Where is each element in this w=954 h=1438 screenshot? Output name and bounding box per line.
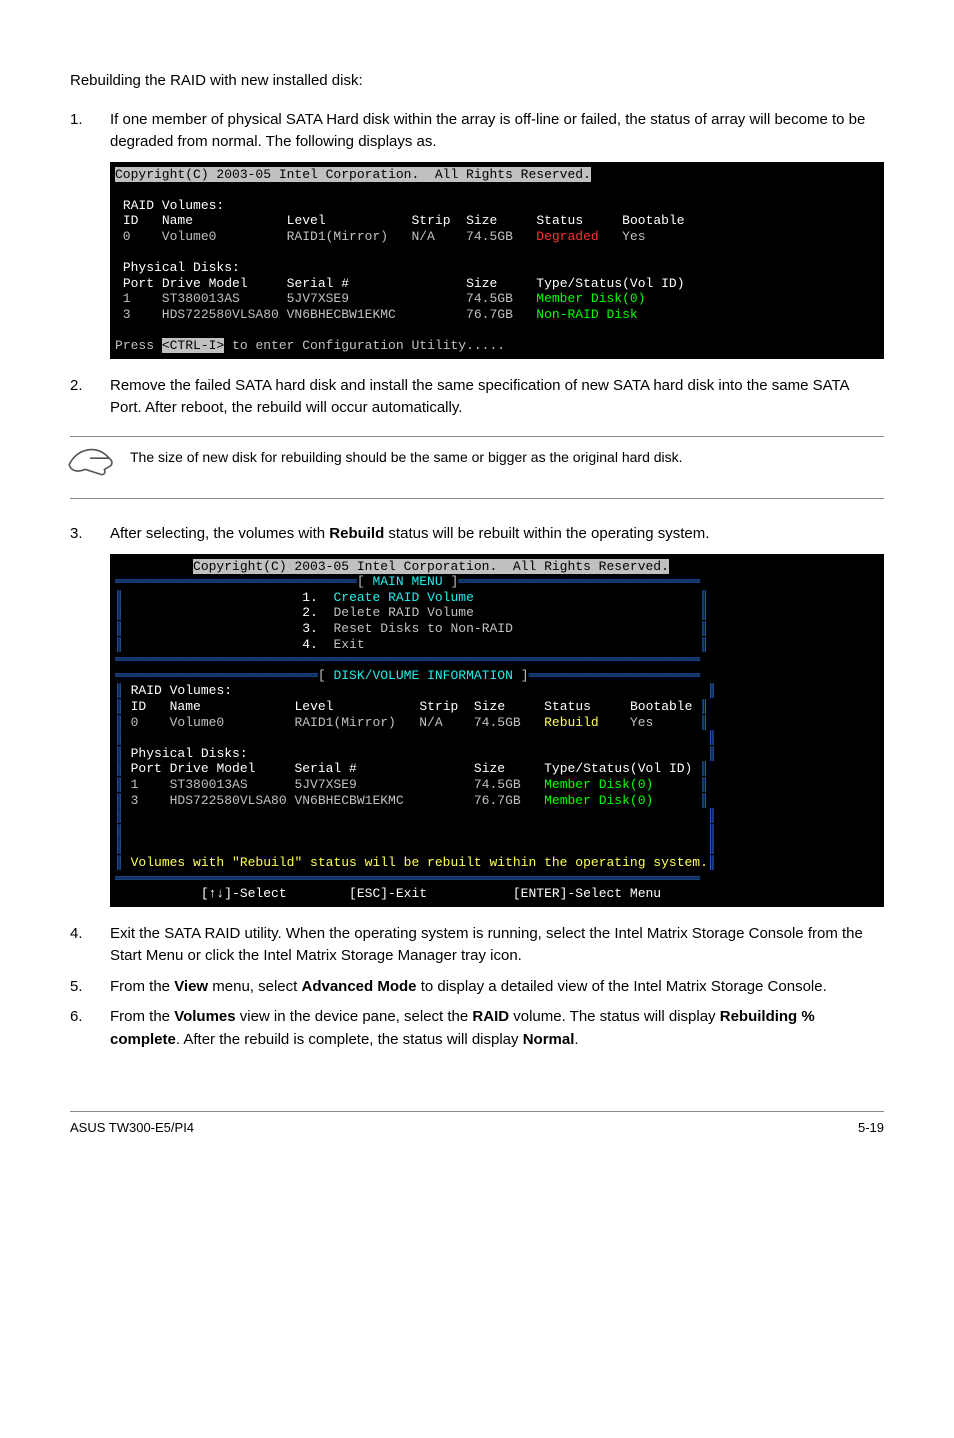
footer-left: ASUS TW300-E5/PI4 [70, 1118, 194, 1138]
step-6: 6. From the Volumes view in the device p… [70, 1006, 884, 1051]
bios2-header: Copyright(C) 2003-05 Intel Corporation. … [193, 559, 669, 574]
s6g: . After the rebuild is complete, the sta… [176, 1031, 523, 1048]
step-1-text: If one member of physical SATA Hard disk… [110, 109, 884, 154]
step-3-text: After selecting, the volumes with Rebuil… [110, 523, 884, 546]
intro-text: Rebuilding the RAID with new installed d… [70, 70, 884, 93]
s5c: menu, select [208, 978, 301, 995]
nav-bar: [↑↓]-Select [ESC]-Exit [ENTER]-Select Me… [201, 886, 661, 901]
step-1: 1. If one member of physical SATA Hard d… [70, 109, 884, 154]
s5d: Advanced Mode [302, 978, 417, 995]
step-5: 5. From the View menu, select Advanced M… [70, 976, 884, 999]
s5e: to display a detailed view of the Intel … [417, 978, 827, 995]
s5a: From the [110, 978, 174, 995]
step3-post: status will be rebuilt within the operat… [384, 525, 709, 542]
step-3-num: 3. [70, 523, 110, 546]
bios-screenshot-1: Copyright(C) 2003-05 Intel Corporation. … [110, 162, 884, 359]
note-block: The size of new disk for rebuilding shou… [70, 436, 884, 500]
step-3: 3. After selecting, the volumes with Reb… [70, 523, 884, 546]
menu-exit: Exit [333, 637, 364, 652]
step-4-num: 4. [70, 923, 110, 968]
s6i: . [574, 1031, 578, 1048]
s6c: view in the device pane, select the [236, 1008, 473, 1025]
menu-create: Create RAID Volume [333, 590, 473, 605]
step3-bold: Rebuild [329, 525, 384, 542]
s6b: Volumes [174, 1008, 235, 1025]
s6h: Normal [523, 1031, 575, 1048]
s6a: From the [110, 1008, 174, 1025]
status-degraded: Degraded [536, 229, 598, 244]
step-6-text: From the Volumes view in the device pane… [110, 1006, 884, 1051]
rebuild-hint: Volumes with "Rebuild" status will be re… [123, 855, 708, 870]
menu-delete: Delete RAID Volume [333, 605, 473, 620]
step-2-num: 2. [70, 375, 110, 420]
note-hand-icon [66, 445, 114, 489]
step-2-text: Remove the failed SATA hard disk and ins… [110, 375, 884, 420]
note-text: The size of new disk for rebuilding shou… [130, 447, 884, 468]
menu-reset: Reset Disks to Non-RAID [333, 621, 512, 636]
step3-pre: After selecting, the volumes with [110, 525, 329, 542]
step-5-text: From the View menu, select Advanced Mode… [110, 976, 884, 999]
bios1-header: Copyright(C) 2003-05 Intel Corporation. … [115, 167, 591, 182]
step-4: 4. Exit the SATA RAID utility. When the … [70, 923, 884, 968]
step-1-num: 1. [70, 109, 110, 154]
footer-right: 5-19 [858, 1118, 884, 1138]
bios-screenshot-2: Copyright(C) 2003-05 Intel Corporation. … [110, 554, 884, 907]
status-rebuild: Rebuild [544, 715, 599, 730]
step-2: 2. Remove the failed SATA hard disk and … [70, 375, 884, 420]
s5b: View [174, 978, 208, 995]
step-6-num: 6. [70, 1006, 110, 1051]
step-5-num: 5. [70, 976, 110, 999]
s6d: RAID [472, 1008, 509, 1025]
step-4-text: Exit the SATA RAID utility. When the ope… [110, 923, 884, 968]
page-footer: ASUS TW300-E5/PI4 5-19 [70, 1111, 884, 1138]
s6e: volume. The status will display [509, 1008, 720, 1025]
